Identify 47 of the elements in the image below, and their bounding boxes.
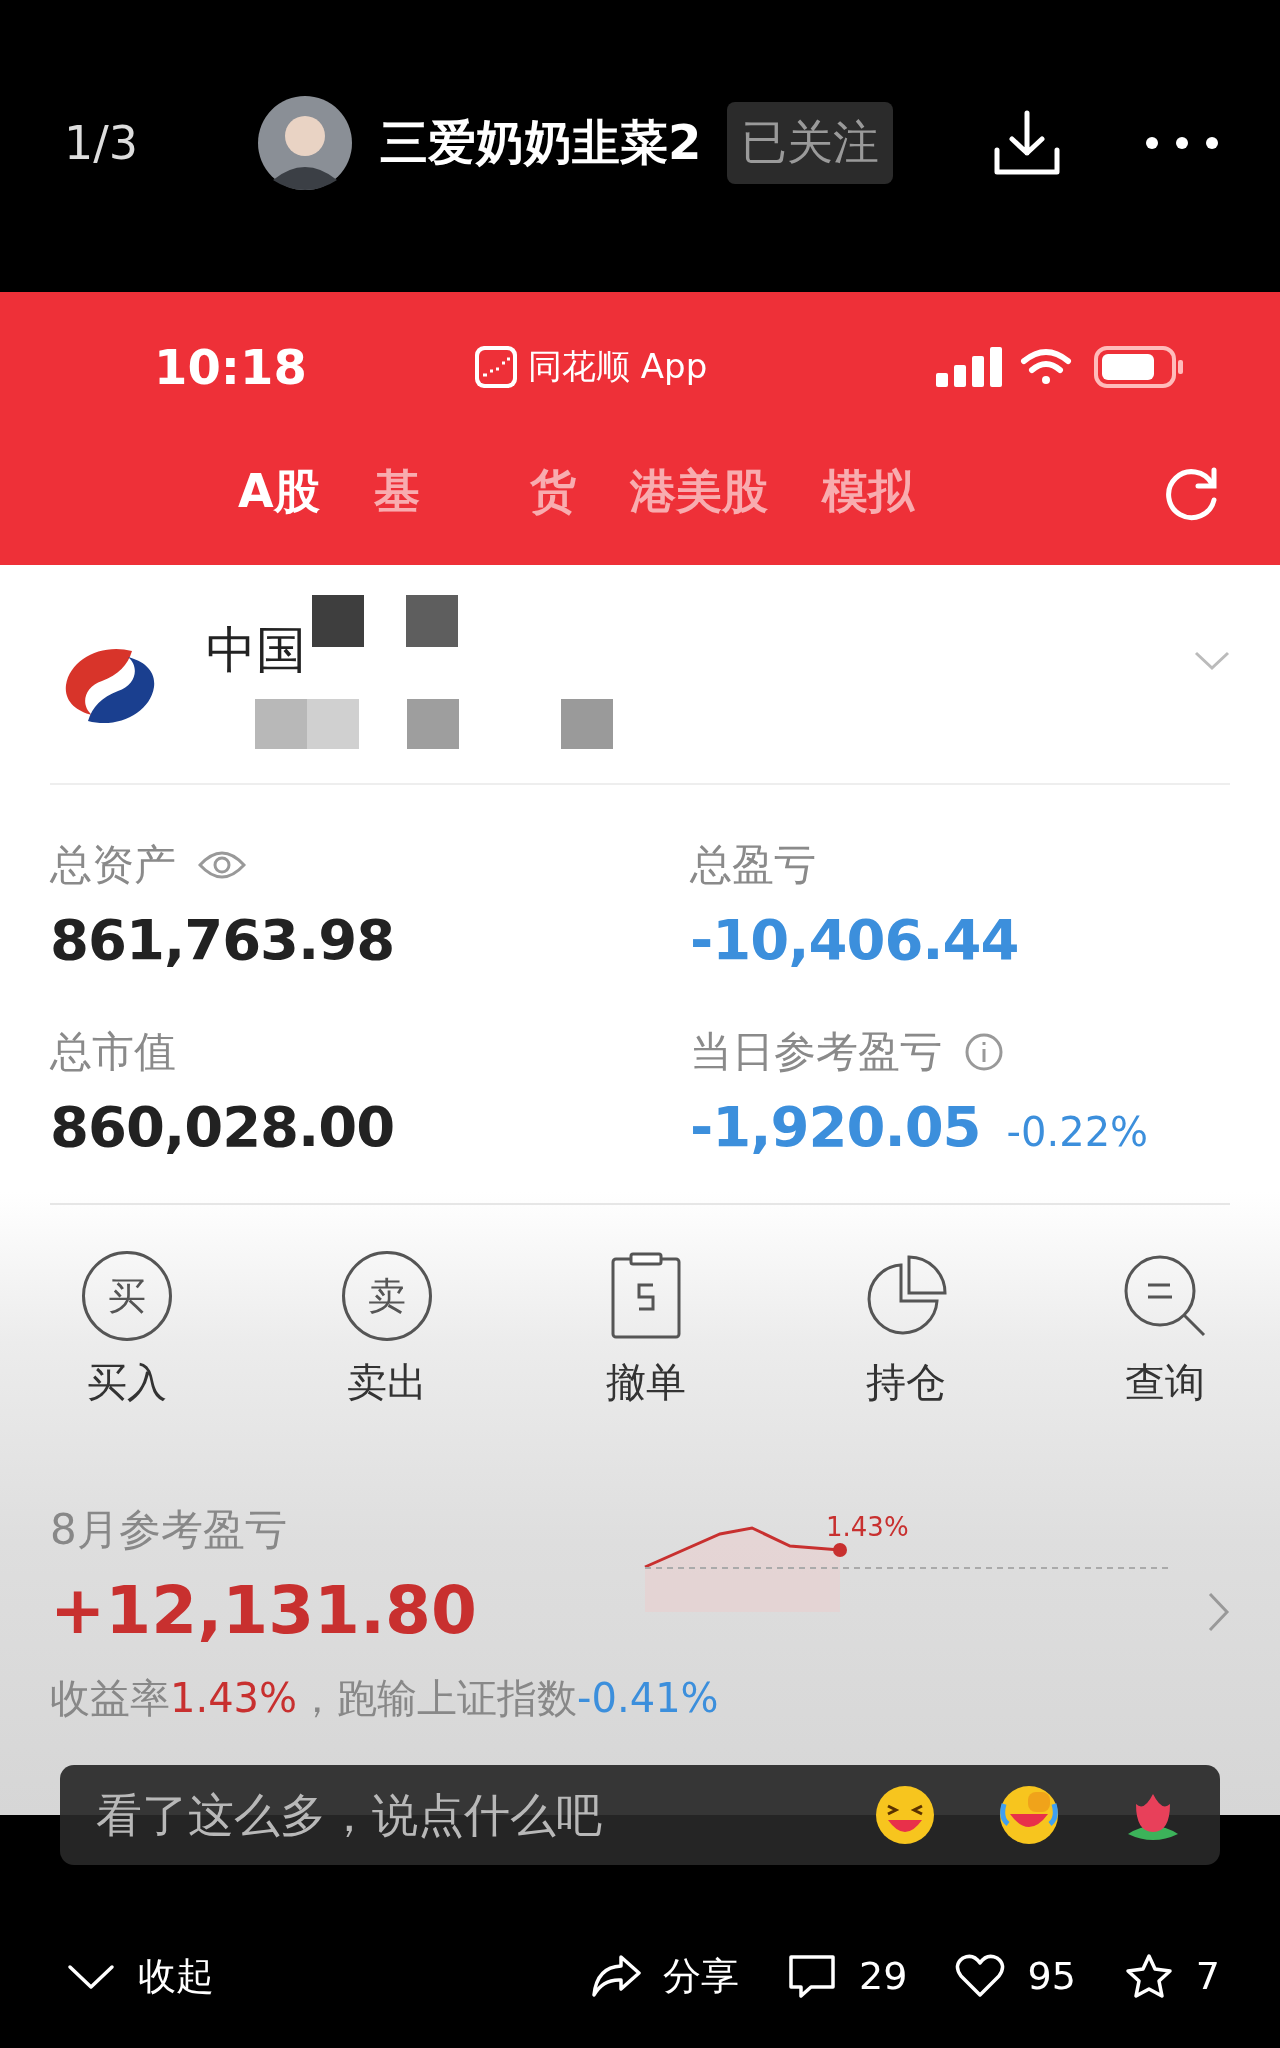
favorite-icon: [1123, 1953, 1174, 1999]
avatar[interactable]: [258, 96, 352, 190]
share-icon: [591, 1953, 642, 1999]
comment-button[interactable]: 29: [787, 1953, 908, 1999]
share-button[interactable]: 分享: [591, 1950, 740, 2002]
signal-icon: [936, 347, 1002, 387]
monthly-value: +12,131.80: [50, 1572, 477, 1649]
like-icon: [955, 1953, 1006, 1999]
stat-value: -1,920.05: [690, 1094, 981, 1159]
change-percent: -0.22%: [1006, 1109, 1149, 1155]
comment-field[interactable]: 看了这么多，说点什么吧: [60, 1765, 1220, 1865]
battery-icon: [1094, 346, 1184, 388]
action-button[interactable]: 查询: [1120, 1251, 1210, 1410]
circle-icon: 买: [82, 1251, 172, 1341]
collapse-button[interactable]: 收起: [66, 1950, 214, 2002]
download-icon[interactable]: [992, 108, 1062, 178]
action-button[interactable]: 持仓: [860, 1251, 951, 1410]
account-name[interactable]: 中国: [206, 617, 306, 684]
like-button[interactable]: 95: [955, 1953, 1076, 1999]
app-name: 同花顺 App: [528, 345, 708, 388]
comment-icon: [787, 1953, 838, 1999]
wifi-icon: [1020, 347, 1072, 387]
status-time: 10:18: [154, 339, 308, 395]
favorite-button[interactable]: 7: [1123, 1953, 1220, 1999]
stat-value: 861,763.98: [50, 907, 395, 972]
stat-label: 总盈亏: [690, 839, 816, 891]
laughing-emoji-icon[interactable]: [874, 1784, 936, 1846]
circle-icon: 卖: [341, 1251, 432, 1341]
stat-label: 当日参考盈亏: [690, 1026, 942, 1078]
crying-laughing-emoji-icon[interactable]: [998, 1784, 1060, 1846]
stat-value: -10,406.44: [690, 907, 1019, 972]
action-button[interactable]: 买 买入: [82, 1251, 172, 1410]
chart-label: 1.43%: [826, 1512, 909, 1542]
stat-label: 总资产: [50, 839, 176, 891]
stat-value: 860,028.00: [50, 1094, 395, 1159]
stat-label: 总市值: [50, 1026, 176, 1078]
more-icon[interactable]: [1144, 135, 1220, 151]
return-summary: 收益率1.43%，跑输上证指数-0.41%: [50, 1674, 719, 1723]
author-name[interactable]: 三爱奶奶韭菜2: [380, 111, 702, 175]
monthly-label: 8月参考盈亏: [50, 1504, 287, 1556]
info-icon[interactable]: [964, 1032, 1004, 1072]
action-button[interactable]: 撤单: [601, 1251, 691, 1410]
page-counter: 1/3: [64, 116, 140, 170]
follow-button[interactable]: 已关注: [727, 102, 894, 184]
action-button[interactable]: 卖 卖出: [341, 1251, 432, 1410]
app-logo-icon: [474, 345, 518, 389]
tab[interactable]: A股: [238, 461, 320, 523]
